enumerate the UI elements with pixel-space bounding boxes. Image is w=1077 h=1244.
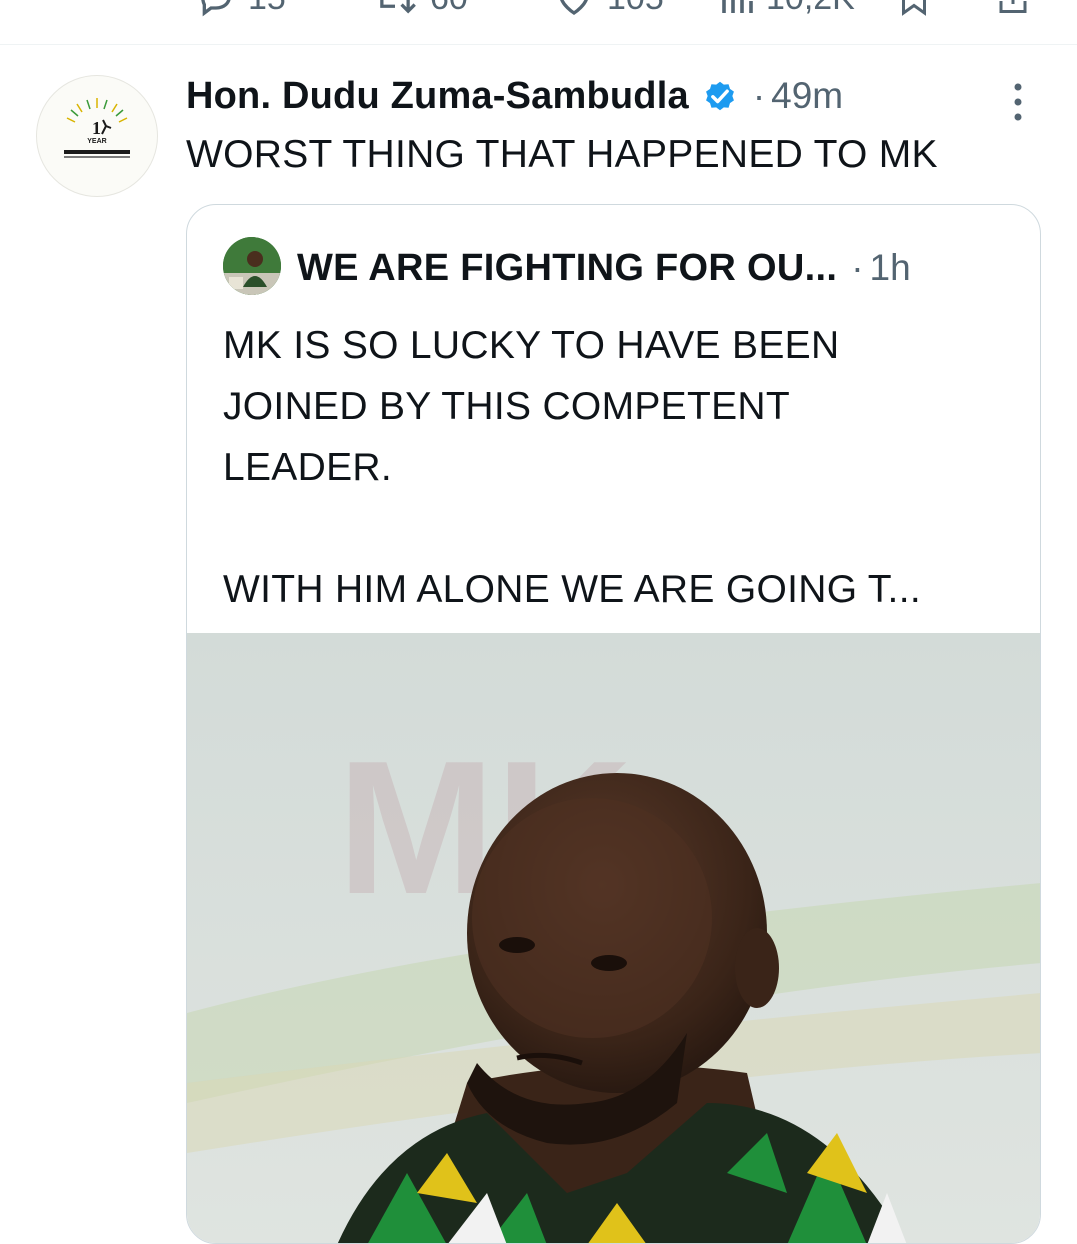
author-row: Hon. Dudu Zuma-Sambudla · 49m	[186, 72, 843, 120]
previous-tweet-actions: 15 60 105 10,2K	[0, 0, 1077, 44]
like-icon	[560, 0, 588, 15]
svg-text:YEAR: YEAR	[87, 138, 106, 145]
quoted-author-name: WE ARE FIGHTING FOR OU...	[297, 246, 838, 289]
svg-text:1: 1	[92, 118, 101, 138]
tweet-divider	[0, 44, 1077, 45]
quoted-author-avatar	[223, 237, 281, 295]
like-count: 105	[607, 0, 664, 18]
anniversary-logo-icon: 1 YEAR	[64, 98, 130, 158]
quoted-text: MK IS SO LUCKY TO HAVE BEEN JOINED BY TH…	[223, 315, 921, 620]
quoted-text-line: JOINED BY THIS COMPETENT	[223, 385, 791, 428]
reply-button[interactable]: 15	[196, 0, 286, 18]
tweet-time[interactable]: 49m	[771, 75, 843, 117]
tweet-separator: ·	[752, 75, 766, 116]
views-icon	[722, 0, 753, 13]
reply-icon	[201, 0, 231, 17]
tweet-text: WORST THING THAT HAPPENED TO MK	[186, 133, 938, 176]
share-icon	[999, 0, 1027, 13]
repost-icon	[380, 0, 416, 14]
like-button[interactable]: 105	[553, 0, 664, 18]
more-options-icon[interactable]	[1008, 82, 1028, 122]
verified-badge-icon	[705, 81, 734, 111]
quoted-text-line: LEADER.	[223, 446, 392, 489]
quoted-header: WE ARE FIGHTING FOR OU... · 1h	[297, 243, 911, 293]
quoted-separator: ·	[851, 247, 864, 288]
quoted-text-line	[223, 498, 921, 559]
author-avatar[interactable]: 1 YEAR	[36, 75, 158, 197]
quoted-text-line: MK IS SO LUCKY TO HAVE BEEN	[223, 324, 840, 367]
share-button[interactable]	[995, 0, 1031, 18]
quoted-text-line: WITH HIM ALONE WE ARE GOING T...	[223, 568, 921, 611]
repost-count: 60	[430, 0, 468, 18]
repost-button[interactable]: 60	[372, 0, 468, 18]
quoted-time: 1h	[869, 247, 911, 288]
quoted-avatar-photo-icon	[223, 237, 281, 295]
reply-count: 15	[248, 0, 286, 18]
author-name[interactable]: Hon. Dudu Zuma-Sambudla	[186, 75, 689, 118]
quoted-tweet-card[interactable]: WE ARE FIGHTING FOR OU... · 1h MK IS SO …	[186, 204, 1041, 1244]
bookmark-icon	[902, 0, 926, 16]
man-photo-image: MK	[187, 633, 1040, 1243]
views-count: 10,2K	[766, 0, 855, 18]
bookmark-button[interactable]	[896, 0, 932, 18]
quoted-media-image[interactable]: MK	[187, 633, 1040, 1243]
views-button[interactable]: 10,2K	[718, 0, 855, 18]
